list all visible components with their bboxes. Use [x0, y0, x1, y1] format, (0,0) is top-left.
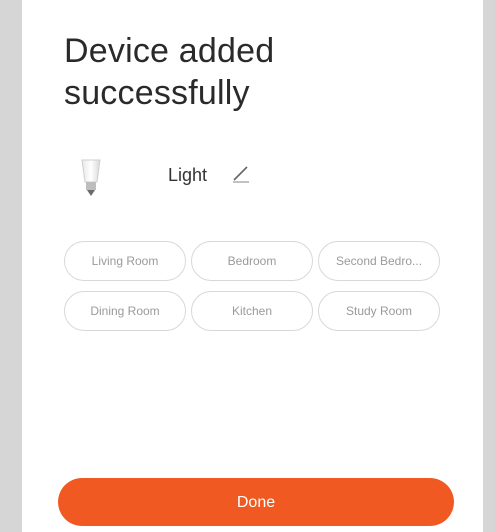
room-chip-bedroom[interactable]: Bedroom: [191, 241, 313, 281]
frame-left: [0, 0, 22, 532]
room-chip-study-room[interactable]: Study Room: [318, 291, 440, 331]
room-chip-dining-room[interactable]: Dining Room: [64, 291, 186, 331]
room-chip-second-bedroom[interactable]: Second Bedro...: [318, 241, 440, 281]
pencil-icon[interactable]: [230, 162, 252, 184]
done-button[interactable]: Done: [58, 478, 454, 526]
room-chip-living-room[interactable]: Living Room: [64, 241, 186, 281]
light-bulb-icon: [81, 159, 101, 196]
device-row: Light: [72, 152, 372, 202]
dialog-card: Device added successfully Light Living Ro…: [22, 0, 483, 532]
page-title: Device added successfully: [64, 32, 275, 112]
device-name: Light: [168, 165, 208, 185]
frame-right: [483, 0, 495, 532]
room-chip-kitchen[interactable]: Kitchen: [191, 291, 313, 331]
